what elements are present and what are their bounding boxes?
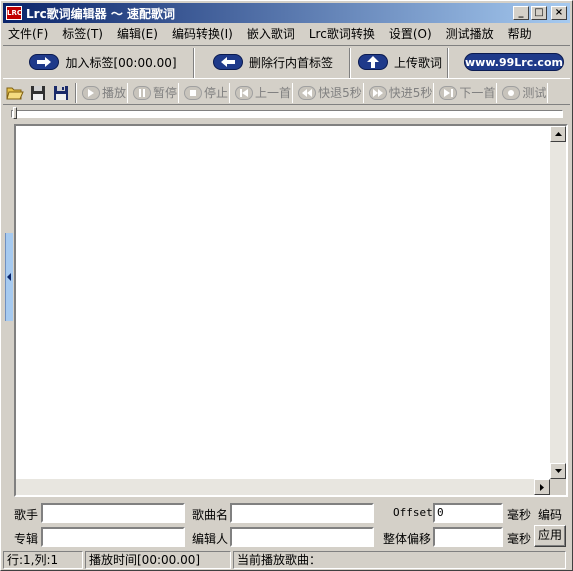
arrow-right-icon <box>29 54 60 70</box>
next-track-button[interactable]: 下一首 <box>437 82 498 103</box>
play-icon <box>82 85 100 100</box>
rewind-label: 快退5秒 <box>318 86 362 100</box>
fast-forward-icon <box>368 85 387 100</box>
pause-icon <box>133 85 152 100</box>
global-offset-label: 整体偏移 <box>383 532 432 546</box>
player-toolbar: 播放 暂停 停止 上一首 快退5秒 快进5秒 下一首 测试 <box>3 81 570 105</box>
tag-button-bar: 加入标签[00:00.00] 删除行内首标签 上传歌词 www.99Lrc.co… <box>3 45 570 79</box>
album-field[interactable] <box>41 527 185 547</box>
fast-forward-label: 快进5秒 <box>388 86 433 100</box>
artist-label: 歌手 <box>14 508 39 522</box>
cursor-position: 行:1,列:1 <box>3 551 83 569</box>
status-bar: 行:1,列:1 播放时间[00:00.00] 当前播放歌曲： <box>3 551 570 569</box>
upload-lyrics-button[interactable]: 上传歌词 <box>355 49 445 75</box>
minimize-button[interactable]: _ <box>513 6 529 20</box>
divider <box>193 48 195 78</box>
scroll-up-button[interactable] <box>550 126 566 142</box>
menu-settings[interactable]: 设置(O) <box>389 25 432 42</box>
next-label: 下一首 <box>459 86 496 100</box>
scroll-corner <box>550 479 566 495</box>
menu-file[interactable]: 文件(F) <box>8 25 48 42</box>
play-time: 播放时间[00:00.00] <box>85 551 231 569</box>
next-icon <box>439 85 458 100</box>
open-folder-icon[interactable] <box>5 83 25 103</box>
apply-button[interactable]: 应用 <box>534 525 566 547</box>
current-song: 当前播放歌曲： <box>233 551 566 569</box>
editor-label: 编辑人 <box>192 532 229 546</box>
editor-field[interactable] <box>230 527 374 547</box>
offset-field[interactable]: 0 <box>433 503 503 523</box>
arrow-left-icon <box>212 54 243 70</box>
menu-tag[interactable]: 标签(T) <box>62 25 103 42</box>
divider <box>75 82 77 103</box>
pause-button[interactable]: 暂停 <box>131 82 180 103</box>
add-tag-button[interactable]: 加入标签[00:00.00] <box>23 49 183 75</box>
menu-lrc-convert[interactable]: Lrc歌词转换 <box>309 25 375 42</box>
lyrics-editor[interactable] <box>14 124 568 497</box>
close-button[interactable]: × <box>551 6 567 20</box>
stop-label: 停止 <box>204 86 229 100</box>
slider-thumb[interactable] <box>13 107 17 119</box>
vertical-scrollbar[interactable] <box>550 126 566 479</box>
delete-tag-button[interactable]: 删除行内首标签 <box>203 49 343 75</box>
play-button[interactable]: 播放 <box>80 82 129 103</box>
divider <box>349 48 351 78</box>
test-label: 测试 <box>522 86 547 100</box>
global-offset-unit-label: 毫秒 <box>507 532 532 546</box>
save-icon[interactable] <box>28 83 48 103</box>
website-link[interactable]: www.99Lrc.com <box>464 53 564 71</box>
app-window: LRC Lrc歌词编辑器 ～ 速配歌词 _ □ × 文件(F) 标签(T) 编辑… <box>0 0 573 571</box>
chevron-right-icon <box>540 483 544 491</box>
offset-label: Offset <box>393 506 433 519</box>
delete-tag-label: 删除行内首标签 <box>248 55 333 70</box>
arrow-up-icon <box>357 54 388 70</box>
record-icon <box>502 85 521 100</box>
pause-label: 暂停 <box>153 86 178 100</box>
artist-field[interactable] <box>41 503 185 523</box>
side-panel-handle[interactable] <box>5 233 13 321</box>
divider <box>447 48 449 78</box>
fast-forward-button[interactable]: 快进5秒 <box>366 82 435 103</box>
menu-edit[interactable]: 编辑(E) <box>117 25 158 42</box>
upload-lyrics-label: 上传歌词 <box>393 55 442 70</box>
menu-test-play[interactable]: 测试播放 <box>446 25 494 42</box>
previous-icon <box>235 85 254 100</box>
encoding-label[interactable]: 编码 <box>538 506 562 523</box>
maximize-button[interactable]: □ <box>531 6 547 20</box>
chevron-left-icon <box>7 273 11 281</box>
menu-help[interactable]: 帮助 <box>508 25 532 42</box>
global-offset-field[interactable] <box>433 527 503 547</box>
test-button[interactable]: 测试 <box>500 82 549 103</box>
chevron-down-icon <box>554 469 562 473</box>
offset-unit-label: 毫秒 <box>507 508 532 522</box>
previous-track-button[interactable]: 上一首 <box>233 82 294 103</box>
playback-slider[interactable] <box>11 107 563 119</box>
window-title: Lrc歌词编辑器 ～ 速配歌词 <box>26 6 176 21</box>
album-label: 专辑 <box>14 532 39 546</box>
stop-icon <box>184 85 203 100</box>
rewind-icon <box>298 85 317 100</box>
previous-label: 上一首 <box>255 86 292 100</box>
scroll-right-button[interactable] <box>534 479 550 495</box>
add-tag-label: 加入标签[00:00.00] <box>65 55 177 70</box>
rewind-button[interactable]: 快退5秒 <box>296 82 364 103</box>
menu-bar: 文件(F) 标签(T) 编辑(E) 编码转换(I) 嵌入歌词 Lrc歌词转换 设… <box>3 24 570 43</box>
song-title-field[interactable] <box>230 503 374 523</box>
horizontal-scrollbar[interactable] <box>16 479 550 495</box>
title-bar[interactable]: LRC Lrc歌词编辑器 ～ 速配歌词 _ □ × <box>3 3 570 23</box>
menu-embed-lyrics[interactable]: 嵌入歌词 <box>247 25 295 42</box>
app-logo-icon: LRC <box>6 6 22 20</box>
scroll-down-button[interactable] <box>550 463 566 479</box>
save-as-icon[interactable] <box>51 83 71 103</box>
play-label: 播放 <box>102 86 127 100</box>
menu-encoding[interactable]: 编码转换(I) <box>172 25 233 42</box>
song-title-label: 歌曲名 <box>192 508 229 522</box>
stop-button[interactable]: 停止 <box>182 82 231 103</box>
chevron-up-icon <box>554 132 562 136</box>
